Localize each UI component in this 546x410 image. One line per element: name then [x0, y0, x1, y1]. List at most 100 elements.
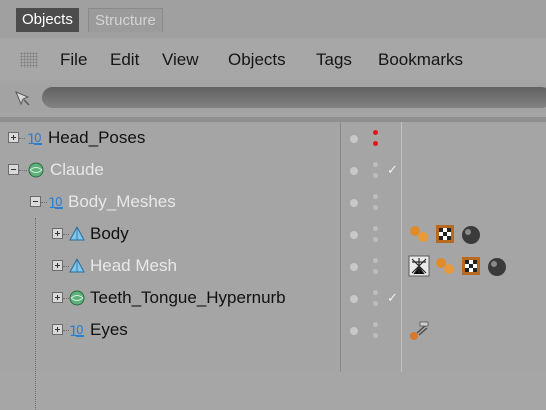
visibility-cell — [341, 314, 401, 346]
name-cell: Claude — [0, 154, 340, 186]
name-cell: 1 0 Head_Poses — [0, 122, 340, 154]
render-visibility-icon[interactable] — [373, 205, 378, 210]
object-name[interactable]: Eyes — [90, 320, 128, 340]
null-object-icon: 1 0 — [48, 195, 63, 211]
render-visibility-icon[interactable] — [373, 301, 378, 306]
visibility-cell — [341, 250, 401, 282]
render-visibility-icon[interactable] — [373, 237, 378, 242]
hypernurbs-icon — [69, 290, 85, 306]
list-item[interactable]: Teeth_Tongue_Hypernurb ✓ — [0, 282, 546, 314]
hypernurbs-icon — [28, 162, 44, 178]
phong-tag-icon[interactable] — [434, 255, 456, 277]
object-tree: 1 0 Head_Poses Claude ✓ 1 0 Body_Meshes … — [0, 122, 546, 410]
list-item[interactable]: 1 0 Eyes — [0, 314, 546, 346]
visibility-cell — [341, 218, 401, 250]
tag-cell — [402, 122, 546, 154]
menu-objects[interactable]: Objects — [228, 50, 286, 70]
grip-handle-icon[interactable] — [20, 52, 38, 68]
editor-visibility-icon[interactable] — [373, 194, 378, 199]
enabled-check-icon[interactable]: ✓ — [387, 162, 398, 178]
tag-cell — [402, 282, 546, 314]
layer-dot-icon[interactable] — [350, 167, 358, 175]
material-tag-icon[interactable] — [460, 223, 482, 245]
skin-tag-icon[interactable] — [408, 255, 430, 277]
editor-visibility-icon[interactable] — [373, 162, 378, 167]
render-visibility-icon[interactable] — [373, 269, 378, 274]
collapse-icon[interactable] — [8, 164, 19, 175]
tag-cell — [402, 154, 546, 186]
svg-text:0: 0 — [55, 195, 63, 209]
list-item[interactable]: 1 0 Body_Meshes — [0, 186, 546, 218]
visibility-cell — [341, 186, 401, 218]
expand-icon[interactable] — [52, 324, 63, 335]
layer-dot-icon[interactable] — [350, 135, 358, 143]
object-name[interactable]: Body_Meshes — [68, 192, 176, 212]
tab-objects[interactable]: Objects — [16, 8, 79, 32]
editor-visibility-icon[interactable] — [373, 290, 378, 295]
phong-tag-icon[interactable] — [408, 223, 430, 245]
null-object-icon: 1 0 — [27, 131, 42, 147]
name-cell: Head Mesh — [0, 250, 340, 282]
tag-cell — [402, 186, 546, 218]
layer-dot-icon[interactable] — [350, 231, 358, 239]
menu-view[interactable]: View — [162, 50, 199, 70]
render-visibility-icon[interactable] — [373, 333, 378, 338]
texture-tag-icon[interactable] — [434, 223, 456, 245]
name-cell: Body — [0, 218, 340, 250]
editor-visibility-icon[interactable] — [373, 322, 378, 327]
tab-bar: Objects Structure — [0, 0, 546, 38]
material-tag-icon[interactable] — [486, 255, 508, 277]
svg-text:0: 0 — [76, 323, 84, 337]
object-name[interactable]: Body — [90, 224, 129, 244]
polygon-object-icon — [69, 257, 85, 273]
list-item[interactable]: 1 0 Head_Poses — [0, 122, 546, 154]
menu-bookmarks[interactable]: Bookmarks — [378, 50, 463, 70]
menu-tags[interactable]: Tags — [316, 50, 352, 70]
object-name[interactable]: Teeth_Tongue_Hypernurb — [90, 288, 286, 308]
visibility-cell — [341, 122, 401, 154]
visibility-cell: ✓ — [341, 282, 401, 314]
expand-icon[interactable] — [52, 292, 63, 303]
editor-visibility-icon[interactable] — [373, 130, 378, 135]
menu-bar: File Edit View Objects Tags Bookmarks — [0, 40, 546, 80]
search-input[interactable] — [42, 87, 546, 108]
list-item[interactable]: Body — [0, 218, 546, 250]
list-item[interactable]: Claude ✓ — [0, 154, 546, 186]
collapse-icon[interactable] — [30, 196, 41, 207]
expand-icon[interactable] — [8, 132, 19, 143]
tag-cell — [402, 250, 546, 282]
polygon-object-icon — [69, 225, 85, 241]
expand-icon[interactable] — [52, 228, 63, 239]
tree-connector — [19, 138, 25, 140]
editor-visibility-icon[interactable] — [373, 226, 378, 231]
select-arrow-icon[interactable] — [14, 90, 32, 108]
object-name[interactable]: Head_Poses — [48, 128, 145, 148]
menu-edit[interactable]: Edit — [110, 50, 139, 70]
object-name[interactable]: Head Mesh — [90, 256, 177, 276]
svg-text:0: 0 — [34, 131, 42, 145]
editor-visibility-icon[interactable] — [373, 258, 378, 263]
render-visibility-icon[interactable] — [373, 173, 378, 178]
layer-dot-icon[interactable] — [350, 295, 358, 303]
object-manager: Objects Structure File Edit View Objects… — [0, 0, 546, 410]
search-row — [0, 83, 546, 113]
tag-cell — [402, 314, 546, 346]
tree-connector — [19, 170, 27, 172]
tab-structure[interactable]: Structure — [88, 8, 163, 32]
list-item[interactable]: Head Mesh — [0, 250, 546, 282]
layer-dot-icon[interactable] — [350, 327, 358, 335]
menu-file[interactable]: File — [60, 50, 87, 70]
render-visibility-icon[interactable] — [373, 141, 378, 146]
texture-tag-icon[interactable] — [460, 255, 482, 277]
tag-cell — [402, 218, 546, 250]
layer-dot-icon[interactable] — [350, 199, 358, 207]
expand-icon[interactable] — [52, 260, 63, 271]
name-cell: 1 0 Body_Meshes — [0, 186, 340, 218]
null-object-icon: 1 0 — [69, 323, 84, 339]
layer-dot-icon[interactable] — [350, 263, 358, 271]
constraint-tag-icon[interactable] — [408, 319, 430, 341]
enabled-check-icon[interactable]: ✓ — [387, 290, 398, 306]
object-name[interactable]: Claude — [50, 160, 104, 180]
name-cell: Teeth_Tongue_Hypernurb — [0, 282, 340, 314]
name-cell: 1 0 Eyes — [0, 314, 340, 346]
